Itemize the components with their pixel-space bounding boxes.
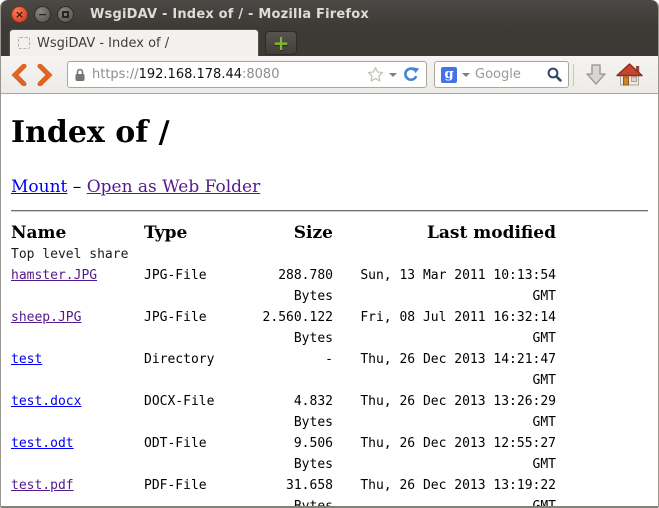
table-row: hamster.JPG JPG-File 288.780 Bytes Sun, … (11, 265, 648, 307)
window-title: WsgiDAV - Index of / - Mozilla Firefox (90, 7, 369, 22)
back-icon (11, 64, 28, 86)
file-type: JPG-File (144, 307, 249, 349)
url-text[interactable]: https://192.168.178.44:8080 (92, 67, 367, 82)
file-type: DOCX-File (144, 391, 249, 433)
maximize-icon (62, 11, 69, 18)
titlebar: × − WsgiDAV - Index of / - Mozilla Firef… (1, 0, 658, 28)
file-modified: Fri, 08 Jul 2011 16:32:14 GMT (333, 307, 556, 349)
toolbar-separator (573, 64, 574, 86)
table-body: hamster.JPG JPG-File 288.780 Bytes Sun, … (11, 265, 648, 507)
table-row: test Directory - Thu, 26 Dec 2013 14:21:… (11, 349, 648, 391)
home-button[interactable] (612, 63, 647, 87)
file-size: 288.780 Bytes (249, 265, 333, 307)
back-button[interactable] (7, 64, 32, 86)
new-tab-button[interactable]: + (265, 31, 297, 55)
file-link[interactable]: test.docx (11, 391, 81, 433)
file-size: 4.832 Bytes (249, 391, 333, 433)
divider-top (11, 210, 648, 212)
home-icon (616, 63, 643, 87)
close-icon: × (15, 9, 24, 20)
forward-icon (36, 64, 53, 86)
file-modified: Thu, 26 Dec 2013 13:19:22 GMT (333, 475, 556, 507)
maximize-button[interactable] (57, 6, 74, 23)
tab-wsgidav[interactable]: WsgiDAV - Index of / (9, 29, 259, 56)
header-size: Size (249, 221, 333, 245)
file-type: PDF-File (144, 475, 249, 507)
open-as-webfolder-link[interactable]: Open as Web Folder (87, 177, 261, 197)
table-caption: Top level share (11, 245, 648, 265)
page-content: Index of / Mount – Open as Web Folder Na… (1, 94, 658, 507)
file-size: 2.560.122 Bytes (249, 307, 333, 349)
header-type: Type (144, 221, 249, 245)
search-input[interactable]: Google (475, 67, 542, 82)
file-link[interactable]: test.pdf (11, 475, 74, 507)
file-link[interactable]: test (11, 349, 42, 391)
file-link[interactable]: sheep.JPG (11, 307, 81, 349)
file-type: JPG-File (144, 265, 249, 307)
plus-icon: + (273, 33, 290, 53)
file-modified: Thu, 26 Dec 2013 13:26:29 GMT (333, 391, 556, 433)
file-size: - (249, 349, 333, 391)
file-type: Directory (144, 349, 249, 391)
close-button[interactable]: × (11, 6, 28, 23)
file-size: 31.658 Bytes (249, 475, 333, 507)
links-separator: – (67, 177, 86, 197)
url-host: 192.168.178.44 (139, 67, 242, 82)
header-name: Name (11, 221, 144, 245)
minimize-icon: − (38, 9, 47, 20)
downloads-button[interactable] (580, 63, 612, 87)
file-modified: Thu, 26 Dec 2013 14:21:47 GMT (333, 349, 556, 391)
reload-icon[interactable] (402, 66, 420, 84)
favicon-placeholder-icon (18, 37, 30, 49)
search-engine-icon[interactable]: g (441, 67, 457, 83)
table-row: test.docx DOCX-File 4.832 Bytes Thu, 26 … (11, 391, 648, 433)
page-title: Index of / (11, 116, 648, 150)
download-arrow-icon (584, 63, 608, 87)
table-row: sheep.JPG JPG-File 2.560.122 Bytes Fri, … (11, 307, 648, 349)
lock-icon (74, 68, 86, 82)
file-modified: Sun, 13 Mar 2011 10:13:54 GMT (333, 265, 556, 307)
header-modified: Last modified (333, 221, 556, 245)
table-row: test.pdf PDF-File 31.658 Bytes Thu, 26 D… (11, 475, 648, 507)
url-dropdown-icon[interactable] (389, 73, 397, 77)
browser-window: × − WsgiDAV - Index of / - Mozilla Firef… (0, 0, 659, 508)
tab-strip: WsgiDAV - Index of / + (1, 28, 658, 56)
table-row: test.odt ODT-File 9.506 Bytes Thu, 26 De… (11, 433, 648, 475)
tab-title: WsgiDAV - Index of / (37, 36, 169, 51)
search-bar[interactable]: g Google (434, 61, 569, 88)
search-magnifier-icon[interactable] (547, 67, 562, 82)
directory-listing: Name Type Size Last modified Top level s… (11, 221, 648, 507)
url-port: :8080 (242, 67, 279, 82)
file-link[interactable]: hamster.JPG (11, 265, 97, 307)
minimize-button[interactable]: − (34, 6, 51, 23)
file-link[interactable]: test.odt (11, 433, 74, 475)
quick-links: Mount – Open as Web Folder (11, 177, 648, 197)
file-modified: Thu, 26 Dec 2013 12:55:27 GMT (333, 433, 556, 475)
bookmark-star-icon[interactable] (367, 66, 384, 83)
mount-link[interactable]: Mount (11, 177, 67, 197)
search-engine-dropdown-icon[interactable] (462, 73, 470, 77)
file-size: 9.506 Bytes (249, 433, 333, 475)
file-type: ODT-File (144, 433, 249, 475)
forward-button[interactable] (32, 64, 57, 86)
navigation-toolbar: https://192.168.178.44:8080 g Google (1, 56, 658, 94)
url-scheme: https:// (92, 67, 139, 82)
table-header-row: Name Type Size Last modified (11, 221, 648, 245)
url-bar[interactable]: https://192.168.178.44:8080 (67, 61, 427, 88)
